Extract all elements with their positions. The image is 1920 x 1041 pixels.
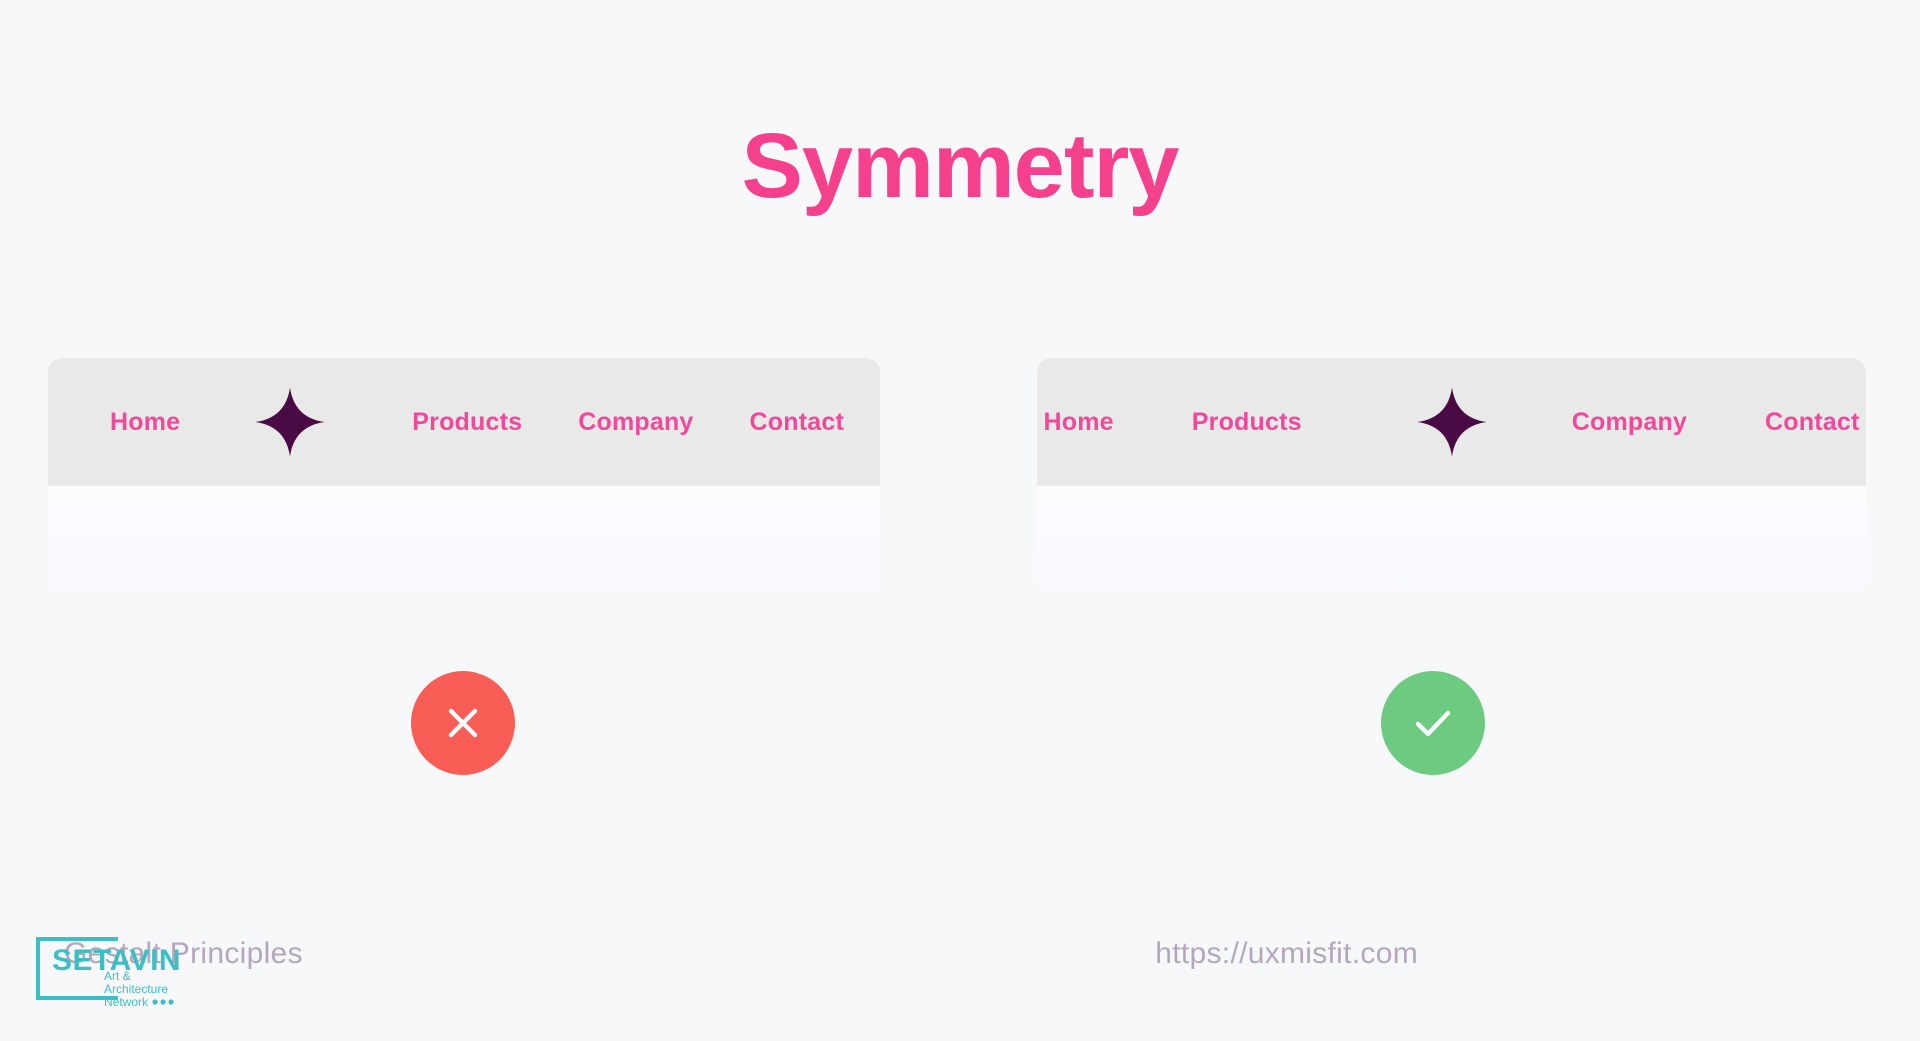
browser-card-asymmetric: Home Products Company Contact xyxy=(48,358,880,608)
asymmetric-example: Home Products Company Contact xyxy=(48,358,880,608)
four-pointed-star-icon[interactable] xyxy=(1416,386,1488,458)
page-title: Symmetry xyxy=(741,115,1180,217)
navbar-symmetric: Home Products Company Contact xyxy=(1037,358,1866,486)
check-icon xyxy=(1407,697,1459,749)
nav-link-home[interactable]: Home xyxy=(110,408,180,437)
nav-link-company[interactable]: Company xyxy=(1572,408,1687,437)
nav-link-products[interactable]: Products xyxy=(1192,408,1302,437)
nav-link-home[interactable]: Home xyxy=(1044,408,1114,437)
watermark-dot xyxy=(152,999,158,1005)
nav-link-contact[interactable]: Contact xyxy=(750,408,844,437)
nav-group-start: Home Products xyxy=(1044,408,1344,437)
nav-group-end: Company Contact xyxy=(1560,408,1860,437)
symmetric-example: Home Products Company Contact xyxy=(1037,358,1866,608)
watermark-dot xyxy=(168,999,174,1005)
watermark-line-3: Network xyxy=(104,995,149,1008)
navbar-asymmetric: Home Products Company Contact xyxy=(48,358,880,486)
close-icon xyxy=(440,700,486,746)
verdict-badge-correct xyxy=(1381,671,1485,775)
watermark-line-1: Art & xyxy=(104,969,131,983)
nav-link-contact[interactable]: Contact xyxy=(1765,408,1859,437)
nav-links-symmetric: Home Products Company Contact xyxy=(1037,386,1866,458)
verdict-badge-incorrect xyxy=(411,671,515,775)
nav-links-asymmetric: Home Products Company Contact xyxy=(48,386,880,458)
nav-link-company[interactable]: Company xyxy=(578,408,693,437)
setavin-watermark-logo: SETAVIN Art & Architecture Network xyxy=(32,936,200,1008)
four-pointed-star-icon[interactable] xyxy=(254,386,326,458)
nav-link-products[interactable]: Products xyxy=(412,408,522,437)
examples-container: Home Products Company Contact Home Produ… xyxy=(0,358,1920,658)
watermark-dot xyxy=(160,999,166,1005)
watermark-line-2: Architecture xyxy=(104,982,168,996)
footer-url[interactable]: https://uxmisfit.com xyxy=(1155,937,1418,971)
browser-card-symmetric: Home Products Company Contact xyxy=(1037,358,1866,608)
